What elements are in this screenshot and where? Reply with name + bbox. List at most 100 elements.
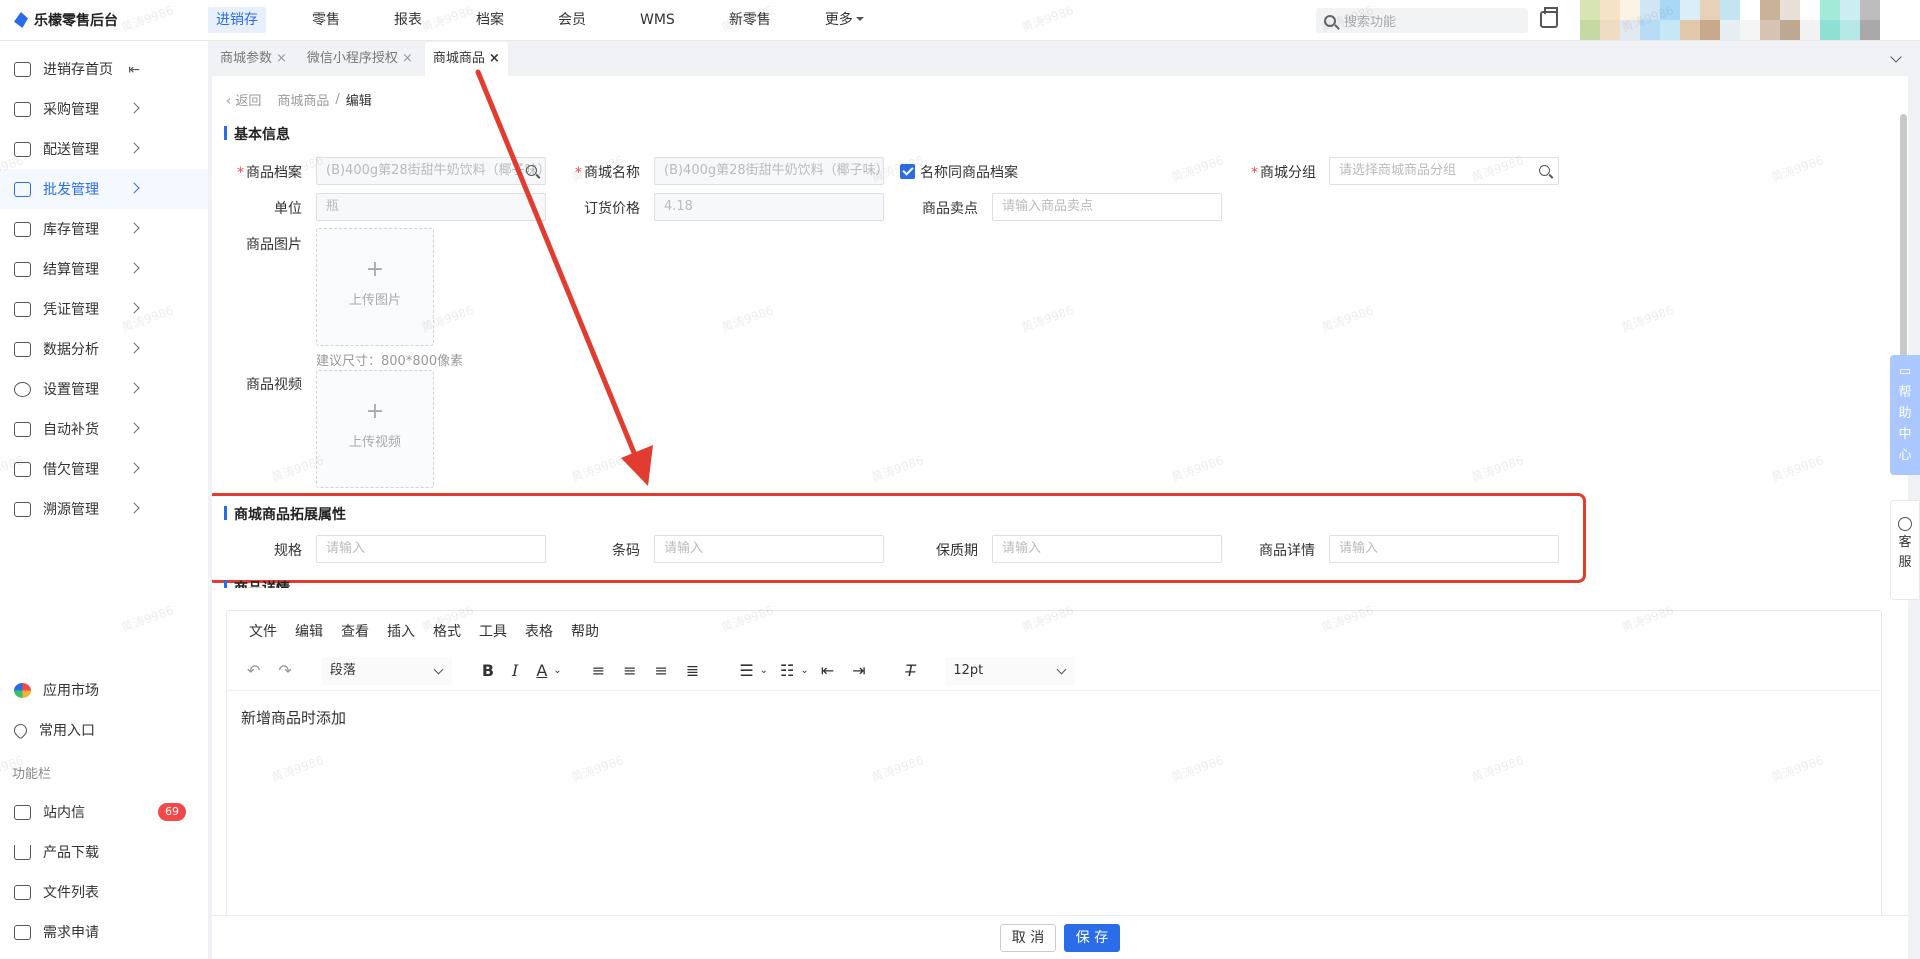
top-nav-item-inventory[interactable]: 进销存 (208, 7, 266, 33)
product-file-field[interactable]: (B)400g第28街甜牛奶饮料（椰子味） (316, 157, 546, 185)
editor-content[interactable]: 新增商品时添加 (227, 691, 1881, 744)
sidebar-item-inventory-home[interactable]: 进销存首页 ⇤ (0, 49, 208, 89)
sidebar-item-label: 需求申请 (43, 925, 99, 941)
sidebar-item-settings[interactable]: 设置管理 (0, 369, 208, 409)
sidebar-item-download[interactable]: 产品下载 (0, 832, 208, 872)
redo-icon[interactable]: ↷ (278, 661, 291, 680)
search-icon[interactable] (526, 165, 537, 176)
bullet-list-icon[interactable]: ☰ (739, 661, 753, 680)
cancel-button[interactable]: 取 消 (1000, 924, 1056, 952)
tab-label: 商城商品 (432, 51, 485, 66)
clear-format-icon[interactable]: T̶ (906, 661, 916, 680)
rich-text-editor[interactable]: 文件 编辑 查看 插入 格式 工具 表格 帮助 ↶ ↷ 段落 B I A ⌄ ≡… (226, 610, 1882, 915)
back-link[interactable]: ‹ 返回 (226, 90, 261, 109)
indent-icon[interactable]: ⇥ (852, 661, 865, 680)
sidebar-item-favorites[interactable]: 常用入口 (0, 710, 208, 750)
bold-icon[interactable]: B (482, 661, 494, 680)
top-nav-item-archive[interactable]: 档案 (468, 7, 512, 33)
spec-input[interactable]: 请输入 (316, 535, 546, 563)
product-detail-input[interactable]: 请输入 (1329, 535, 1559, 563)
menu-tools[interactable]: 工具 (479, 621, 507, 641)
align-center-icon[interactable]: ≡ (623, 661, 636, 680)
mall-group-select[interactable]: 请选择商城商品分组 (1329, 157, 1559, 185)
mall-name-field[interactable]: (B)400g第28街甜牛奶饮料（椰子味） (654, 157, 884, 185)
menu-file[interactable]: 文件 (249, 621, 277, 641)
menu-format[interactable]: 格式 (433, 621, 461, 641)
order-price-field[interactable]: 4.18 (654, 193, 884, 221)
align-left-icon[interactable]: ≡ (592, 661, 605, 680)
close-icon[interactable]: × (402, 51, 413, 66)
sidebar-item-messages[interactable]: 站内信 69 (0, 792, 208, 832)
mall-name-label: * 商城名称 (575, 165, 640, 181)
barcode-input[interactable]: 请输入 (654, 535, 884, 563)
breadcrumb-parent[interactable]: 商城商品 (277, 90, 329, 109)
top-nav-item-retail[interactable]: 零售 (304, 7, 348, 33)
unit-field[interactable]: 瓶 (316, 193, 546, 221)
italic-icon[interactable]: I (512, 661, 518, 680)
numbered-list-icon[interactable]: ☷ (780, 661, 794, 680)
printer-icon[interactable] (1540, 7, 1558, 28)
chevron-down-icon[interactable]: ⌄ (760, 665, 768, 676)
close-icon[interactable]: × (489, 51, 500, 66)
scrollbar[interactable] (1898, 96, 1908, 886)
collapse-sidebar-icon[interactable]: ⇤ (128, 62, 140, 78)
chevron-down-icon[interactable] (1890, 51, 1902, 63)
help-center-button[interactable]: ▭ 帮助中心 (1890, 355, 1920, 475)
search-icon[interactable] (1539, 165, 1550, 176)
sidebar-item-delivery[interactable]: 配送管理 (0, 129, 208, 169)
close-icon[interactable]: × (276, 51, 287, 66)
top-nav-item-wms[interactable]: WMS (632, 7, 683, 33)
sidebar-item-debt[interactable]: 借欠管理 (0, 449, 208, 489)
same-name-checkbox[interactable] (900, 164, 915, 179)
shelf-life-input[interactable]: 请输入 (992, 535, 1222, 563)
avatar-pixel (1860, 20, 1880, 40)
outdent-icon[interactable]: ⇤ (821, 661, 834, 680)
top-nav-item-new-retail[interactable]: 新零售 (721, 7, 779, 33)
mall-group-label: * 商城分组 (1251, 165, 1316, 181)
video-upload[interactable]: + 上传视频 (316, 370, 434, 488)
search-input[interactable]: 搜索功能 (1316, 8, 1528, 33)
sidebar-item-app-market[interactable]: 应用市场 (0, 670, 208, 710)
sidebar-item-analytics[interactable]: 数据分析 (0, 329, 208, 369)
tab-mall-products[interactable]: 商城商品 × (424, 42, 508, 76)
sidebar-item-request[interactable]: 需求申请 (0, 912, 208, 952)
sidebar-item-settlement[interactable]: 结算管理 (0, 249, 208, 289)
app-logo[interactable]: 乐檬零售后台 (0, 10, 208, 30)
sidebar: 进销存首页 ⇤ 采购管理 配送管理 批发管理 库存管理 结算管理 凭证管理 数据… (0, 41, 208, 959)
top-nav-item-member[interactable]: 会员 (550, 7, 594, 33)
sidebar-item-file-list[interactable]: 文件列表 (0, 872, 208, 912)
chevron-down-icon[interactable]: ⌄ (800, 665, 808, 676)
sidebar-item-voucher[interactable]: 凭证管理 (0, 289, 208, 329)
menu-insert[interactable]: 插入 (387, 621, 415, 641)
text-color-icon[interactable]: A (536, 661, 547, 680)
top-nav-more[interactable]: 更多 (817, 7, 872, 33)
avatar-pixel (1660, 20, 1680, 40)
tab-wechat-auth[interactable]: 微信小程序授权 × (298, 42, 421, 76)
inventory-icon (14, 221, 31, 237)
tab-mall-params[interactable]: 商城参数 × (212, 42, 295, 76)
menu-table[interactable]: 表格 (525, 621, 553, 641)
undo-icon[interactable]: ↶ (247, 661, 260, 680)
selling-point-input[interactable]: 请输入商品卖点 (992, 193, 1222, 221)
sidebar-item-trace[interactable]: 溯源管理 (0, 489, 208, 529)
chevron-down-icon[interactable]: ⌄ (553, 665, 561, 676)
font-size-value: 12pt (953, 662, 984, 678)
align-justify-icon[interactable]: ≣ (686, 661, 699, 680)
align-right-icon[interactable]: ≡ (655, 661, 668, 680)
sidebar-item-wholesale[interactable]: 批发管理 (0, 169, 208, 209)
menu-view[interactable]: 查看 (341, 621, 369, 641)
customer-service-button[interactable]: 客服 (1890, 500, 1920, 600)
sidebar-item-stock[interactable]: 库存管理 (0, 209, 208, 249)
user-avatar[interactable] (1580, 0, 1880, 40)
top-nav-item-reports[interactable]: 报表 (386, 7, 430, 33)
sidebar-item-replenish[interactable]: 自动补货 (0, 409, 208, 449)
save-button[interactable]: 保 存 (1064, 924, 1120, 952)
menu-edit[interactable]: 编辑 (295, 621, 323, 641)
help-icon: ▭ (1898, 364, 1912, 379)
delivery-icon (14, 141, 31, 157)
sidebar-item-purchase[interactable]: 采购管理 (0, 89, 208, 129)
font-size-select[interactable]: 12pt (945, 656, 1076, 685)
image-upload[interactable]: + 上传图片 (316, 228, 434, 346)
menu-help[interactable]: 帮助 (571, 621, 599, 641)
block-format-select[interactable]: 段落 (321, 656, 452, 685)
